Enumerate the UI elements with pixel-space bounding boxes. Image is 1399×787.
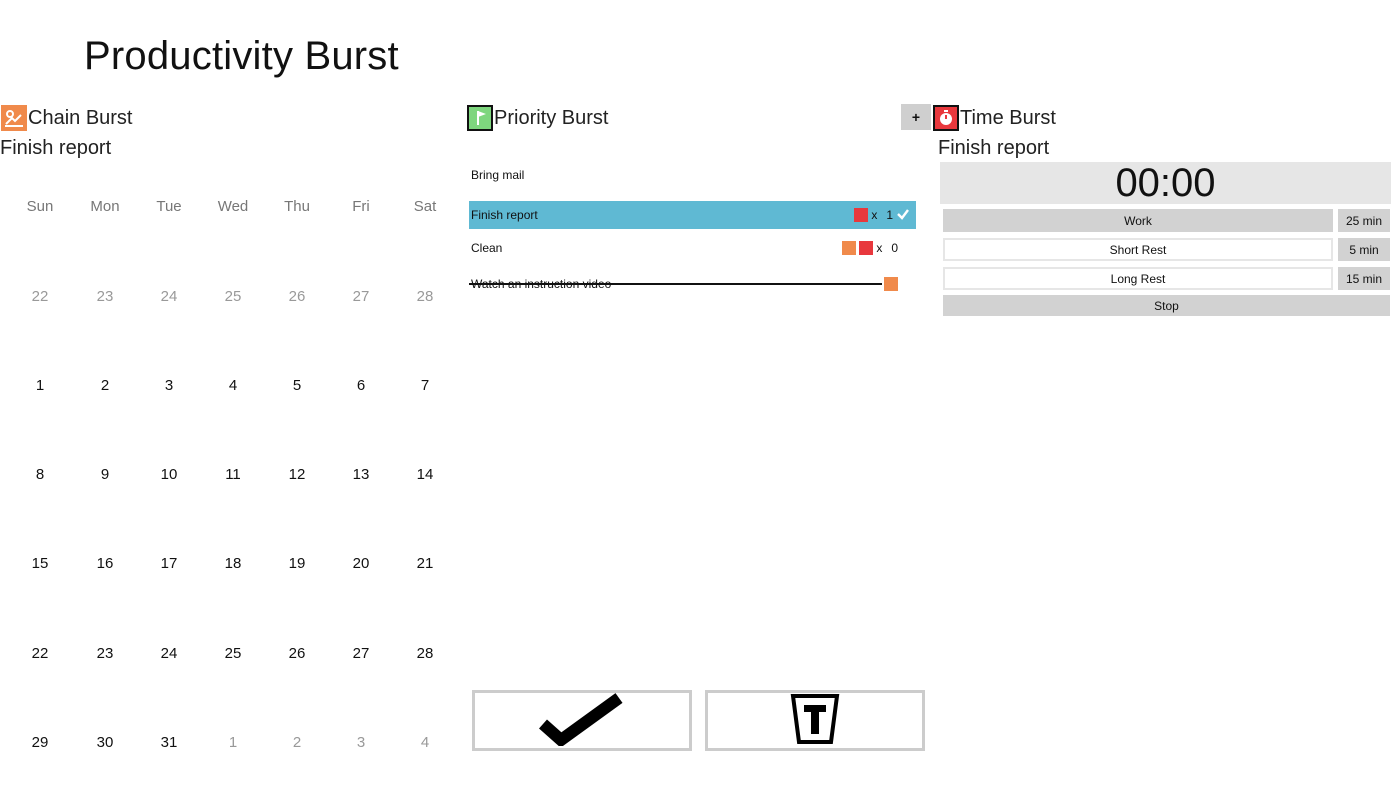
timer-display: 00:00	[940, 161, 1391, 205]
weekday-header: Wed	[217, 198, 249, 215]
calendar-day[interactable]: 24	[137, 645, 201, 662]
calendar-day[interactable]: 12	[265, 466, 329, 483]
calendar-day[interactable]: 18	[201, 555, 265, 572]
calendar-day[interactable]: 2	[265, 734, 329, 751]
chain-burst-title: Chain Burst	[28, 106, 133, 129]
weekday-header: Tue	[156, 198, 182, 215]
trash-icon	[790, 692, 840, 749]
calendar-day[interactable]: 3	[137, 377, 201, 394]
count-prefix: x	[871, 208, 878, 222]
chain-burst-subtitle: Finish report	[0, 137, 112, 159]
task-count: 0	[891, 241, 898, 255]
calendar-day[interactable]: 29	[8, 734, 72, 751]
chain-burst-header[interactable]: Chain Burst	[1, 103, 133, 133]
calendar-day[interactable]: 27	[329, 645, 393, 662]
task-label: Finish report	[471, 208, 538, 222]
work-button[interactable]: Work	[943, 209, 1333, 232]
calendar-day[interactable]: 30	[73, 734, 137, 751]
calendar-day[interactable]: 28	[393, 645, 457, 662]
calendar-day[interactable]: 3	[329, 734, 393, 751]
calendar-day[interactable]: 23	[73, 288, 137, 305]
time-burst-header[interactable]: Time Burst	[933, 103, 1056, 133]
calendar-day[interactable]: 23	[73, 645, 137, 662]
checkmark-icon	[537, 690, 627, 751]
chain-icon	[1, 105, 27, 131]
strikethrough-line	[469, 283, 882, 285]
calendar-day[interactable]: 11	[201, 466, 265, 483]
priority-burst-header[interactable]: Priority Burst	[467, 103, 608, 133]
page-title: Productivity Burst	[84, 34, 399, 78]
calendar-day[interactable]: 22	[8, 288, 72, 305]
calendar-day[interactable]: 1	[201, 734, 265, 751]
calendar-day[interactable]: 10	[137, 466, 201, 483]
delete-button[interactable]	[705, 690, 925, 751]
calendar-day[interactable]: 26	[265, 288, 329, 305]
calendar-day[interactable]: 25	[201, 288, 265, 305]
short-rest-button[interactable]: Short Rest	[943, 238, 1333, 261]
timer-icon	[854, 208, 869, 222]
complete-button[interactable]	[472, 690, 692, 751]
long-rest-button[interactable]: Long Rest	[943, 267, 1333, 290]
short-rest-duration[interactable]: 5 min	[1338, 238, 1390, 261]
calendar-day[interactable]: 8	[8, 466, 72, 483]
work-duration[interactable]: 25 min	[1338, 209, 1390, 232]
weekday-header: Sun	[26, 198, 54, 215]
calendar-day[interactable]: 6	[329, 377, 393, 394]
weekday-header: Thu	[284, 198, 310, 215]
calendar-day[interactable]: 31	[137, 734, 201, 751]
task-row-selected[interactable]: Finish report x 1	[469, 201, 916, 229]
calendar-day[interactable]: 9	[73, 466, 137, 483]
calendar-day[interactable]: 22	[8, 645, 72, 662]
add-button[interactable]: +	[901, 104, 931, 130]
calendar-day[interactable]: 26	[265, 645, 329, 662]
weekday-header: Mon	[90, 198, 120, 215]
chain-icon	[884, 277, 898, 291]
calendar-day[interactable]: 4	[393, 734, 457, 751]
task-row[interactable]: Clean x 0	[469, 234, 916, 262]
calendar-day[interactable]: 7	[393, 377, 457, 394]
weekday-header: Sat	[413, 198, 437, 215]
calendar-day[interactable]: 17	[137, 555, 201, 572]
long-rest-duration[interactable]: 15 min	[1338, 267, 1390, 290]
count-prefix: x	[876, 241, 883, 255]
flag-icon	[467, 105, 493, 131]
weekday-header: Fri	[352, 198, 370, 215]
calendar-day[interactable]: 25	[201, 645, 265, 662]
task-row[interactable]: Bring mail	[469, 161, 916, 189]
calendar-day[interactable]: 14	[393, 466, 457, 483]
calendar-day[interactable]: 19	[265, 555, 329, 572]
calendar-day[interactable]: 15	[8, 555, 72, 572]
calendar-day[interactable]: 27	[329, 288, 393, 305]
calendar-day[interactable]: 4	[201, 377, 265, 394]
stop-button[interactable]: Stop	[943, 295, 1390, 316]
time-burst-title: Time Burst	[960, 106, 1056, 129]
check-icon	[896, 207, 910, 224]
priority-burst-title: Priority Burst	[494, 106, 609, 129]
timer-icon	[859, 241, 874, 255]
time-burst-subtitle: Finish report	[938, 137, 1050, 159]
calendar-day[interactable]: 5	[265, 377, 329, 394]
chain-icon	[842, 241, 857, 255]
calendar-day[interactable]: 13	[329, 466, 393, 483]
task-count: 1	[886, 208, 893, 222]
task-label: Bring mail	[471, 168, 525, 182]
calendar-day[interactable]: 24	[137, 288, 201, 305]
task-label: Clean	[471, 241, 503, 255]
calendar-day[interactable]: 21	[393, 555, 457, 572]
calendar-day[interactable]: 16	[73, 555, 137, 572]
calendar-day[interactable]: 28	[393, 288, 457, 305]
calendar-day[interactable]: 20	[329, 555, 393, 572]
calendar-day[interactable]: 1	[8, 377, 72, 394]
calendar-day[interactable]: 2	[73, 377, 137, 394]
stopwatch-icon	[933, 105, 959, 131]
